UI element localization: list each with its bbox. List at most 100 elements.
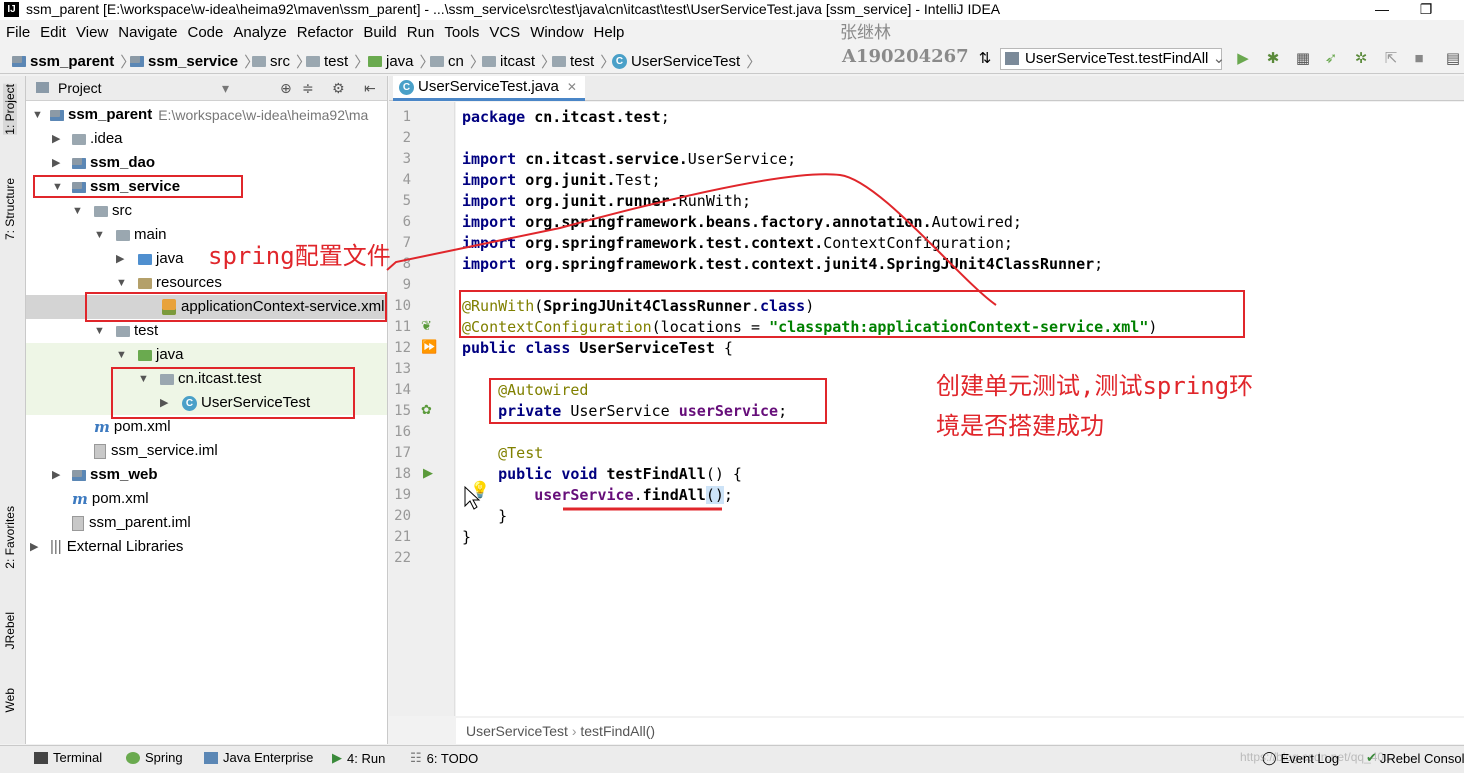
annotation-box-test-package	[111, 367, 355, 419]
menu-edit[interactable]: Edit	[40, 24, 66, 41]
collapse-arrow-icon[interactable]: ▶	[30, 535, 38, 559]
sort-icon[interactable]: ⇅	[976, 50, 994, 68]
menu-view[interactable]: View	[76, 24, 108, 41]
crumb-test-package[interactable]: test 〉	[552, 51, 615, 72]
breadcrumb-class[interactable]: UserServiceTest	[466, 723, 568, 739]
tree-item-test[interactable]: ▼ test	[26, 319, 387, 343]
crumb-itcast[interactable]: itcast 〉	[482, 51, 556, 72]
menu-build[interactable]: Build	[363, 24, 396, 41]
line-number: 4	[402, 172, 411, 188]
tree-item-test-java[interactable]: ▼ java	[26, 343, 387, 367]
collapse-arrow-icon[interactable]: ▶	[52, 127, 60, 151]
tree-item-parent-pom[interactable]: m pom.xml	[26, 487, 387, 511]
crumb-java[interactable]: java 〉	[368, 51, 435, 72]
event-log-button[interactable]: ◯ Event Log	[1262, 750, 1339, 766]
tab-jrebel[interactable]: JRebel	[3, 612, 17, 649]
menu-vcs[interactable]: VCS	[489, 24, 520, 41]
collapse-icon[interactable]: ≑	[302, 76, 314, 100]
coverage-icon[interactable]: ▦	[1294, 50, 1312, 68]
menu-file[interactable]: File	[6, 24, 30, 41]
autowired-bean-icon[interactable]: ✿	[421, 402, 432, 418]
intention-bulb-icon[interactable]: 💡	[470, 480, 490, 500]
project-view-select[interactable]: Project	[58, 76, 102, 100]
menu-window[interactable]: Window	[530, 24, 583, 41]
crumb-ssm-service[interactable]: ssm_service〉	[130, 51, 259, 72]
tree-item-ssm-dao[interactable]: ▶ ssm_dao	[26, 151, 387, 175]
close-tab-icon[interactable]: ✕	[567, 75, 577, 99]
module-icon	[72, 469, 86, 481]
tab-java-enterprise[interactable]: Java Enterprise	[204, 750, 313, 765]
jrebel-debug-icon[interactable]: ✲	[1352, 50, 1370, 68]
tab-terminal[interactable]: Terminal	[34, 750, 102, 765]
tree-item-ssm-parent[interactable]: ▼ ssm_parent E:\workspace\w-idea\heima92\…	[26, 103, 387, 127]
menu-navigate[interactable]: Navigate	[118, 24, 177, 41]
code-line: userService.findAll();	[534, 486, 733, 504]
project-structure-icon[interactable]: ▤	[1444, 50, 1462, 68]
tree-item-idea[interactable]: ▶ .idea	[26, 127, 387, 151]
breadcrumb-method[interactable]: testFindAll()	[580, 723, 655, 739]
run-icon[interactable]: ▶	[1234, 50, 1252, 68]
run-configuration-select[interactable]: UserServiceTest.testFindAll ⌄	[1000, 48, 1225, 70]
gear-icon[interactable]: ⚙	[332, 76, 345, 100]
menu-refactor[interactable]: Refactor	[297, 24, 354, 41]
debug-icon[interactable]: ✱	[1264, 50, 1282, 68]
expand-arrow-icon[interactable]: ▼	[94, 319, 105, 343]
jrebel-run-icon[interactable]: ➶	[1322, 50, 1340, 68]
collapse-arrow-icon[interactable]: ▶	[52, 463, 60, 487]
crumb-ssm-parent[interactable]: ssm_parent 〉	[12, 51, 135, 72]
stop-icon[interactable]: ■	[1410, 50, 1428, 68]
menu-analyze[interactable]: Analyze	[233, 24, 286, 41]
crumb-test[interactable]: test 〉	[306, 51, 369, 72]
tree-item-ssm-web[interactable]: ▶ ssm_web	[26, 463, 387, 487]
menu-code[interactable]: Code	[187, 24, 223, 41]
test-folder-icon	[368, 56, 382, 67]
watermark-name: 张继林	[840, 23, 891, 43]
code-line: import org.junit.Test;	[462, 171, 661, 189]
tab-structure[interactable]: 7: Structure	[3, 178, 17, 240]
update-icon[interactable]: ⇱	[1382, 50, 1400, 68]
expand-arrow-icon[interactable]: ▼	[32, 103, 43, 127]
tab-web[interactable]: Web	[3, 688, 17, 712]
maven-icon: m	[72, 490, 88, 508]
tree-item-parent-iml[interactable]: ssm_parent.iml	[26, 511, 387, 535]
expand-arrow-icon[interactable]: ▼	[72, 199, 83, 223]
collapse-arrow-icon[interactable]: ▶	[52, 151, 60, 175]
todo-icon: ☷	[410, 750, 422, 765]
tab-run[interactable]: ▶ 4: Run	[332, 750, 385, 766]
annotation-box-autowired	[489, 378, 827, 424]
menu-help[interactable]: Help	[594, 24, 625, 41]
minimize-icon[interactable]: —	[1362, 0, 1402, 20]
crumb-userservicetest[interactable]: C UserServiceTest 〉	[612, 51, 761, 72]
tab-favorites[interactable]: 2: Favorites	[3, 506, 17, 569]
expand-arrow-icon[interactable]: ▼	[94, 223, 105, 247]
spring-bean-icon[interactable]: ❦	[421, 318, 432, 334]
tree-item-service-iml[interactable]: ssm_service.iml	[26, 439, 387, 463]
locate-icon[interactable]: ⊕	[280, 76, 292, 100]
hide-panel-icon[interactable]: ⇤	[364, 76, 376, 100]
menu-run[interactable]: Run	[407, 24, 435, 41]
tree-item-src[interactable]: ▼ src	[26, 199, 387, 223]
menu-tools[interactable]: Tools	[444, 24, 479, 41]
collapse-arrow-icon[interactable]: ▶	[116, 247, 124, 271]
annotation-box-runwith	[459, 290, 1245, 338]
crumb-src[interactable]: src 〉	[252, 51, 311, 72]
run-class-icon[interactable]: ⏩	[421, 339, 437, 355]
tab-project[interactable]: 1: Project	[3, 84, 17, 135]
menu-bar: File Edit View Navigate Code Analyze Ref…	[0, 20, 1464, 44]
line-number: 1	[402, 109, 411, 125]
iml-file-icon	[94, 443, 106, 459]
expand-arrow-icon[interactable]: ▼	[116, 343, 127, 367]
code-line: package cn.itcast.test;	[462, 108, 670, 126]
tab-todo[interactable]: ☷ 6: TODO	[410, 750, 478, 766]
jrebel-console-button[interactable]: ✔ JRebel Console	[1366, 750, 1464, 766]
editor-tab-userservicetest[interactable]: C UserServiceTest.java ✕	[393, 76, 585, 101]
tab-spring[interactable]: Spring	[126, 750, 183, 765]
run-test-icon[interactable]: ▶	[423, 465, 433, 481]
crumb-cn[interactable]: cn 〉	[430, 51, 485, 72]
dropdown-chevron-icon[interactable]: ▾	[222, 76, 229, 100]
line-number: 10	[394, 298, 411, 314]
line-number: 15	[394, 403, 411, 419]
module-icon	[130, 56, 144, 67]
restore-icon[interactable]: ❐	[1406, 0, 1446, 20]
tree-item-external-libraries[interactable]: ▶ ||| External Libraries	[26, 535, 387, 559]
